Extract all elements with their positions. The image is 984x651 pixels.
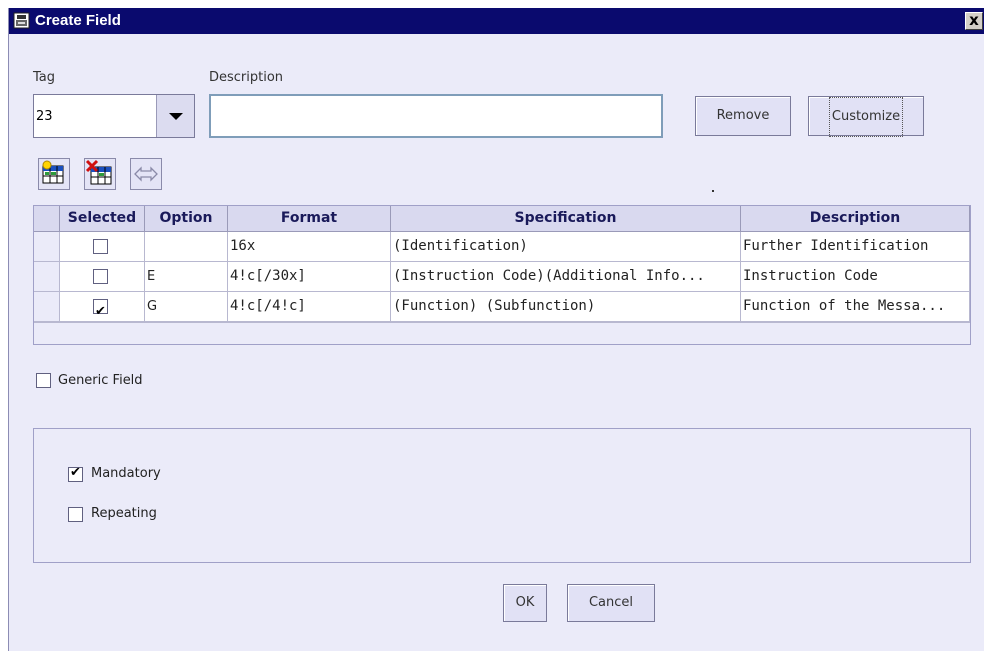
delete-row-icon xyxy=(85,159,112,185)
row-header[interactable] xyxy=(34,292,60,322)
option-cell: E xyxy=(145,262,228,292)
table-row[interactable]: E 4!c[/30x] (Instruction Code)(Additiona… xyxy=(34,262,970,292)
mandatory-label[interactable]: Mandatory xyxy=(91,466,161,481)
specification-cell: (Function) (Subfunction) xyxy=(391,292,741,322)
customize-button-label: Customize xyxy=(828,97,904,137)
column-header-selected[interactable]: Selected xyxy=(60,206,145,232)
delete-row-button[interactable] xyxy=(84,158,116,190)
add-row-icon xyxy=(42,160,64,184)
table-empty-area xyxy=(34,322,970,344)
column-header-description[interactable]: Description xyxy=(741,206,970,232)
close-icon: x xyxy=(969,11,979,29)
format-cell: 16x xyxy=(228,232,391,262)
cancel-button[interactable]: Cancel xyxy=(567,584,655,622)
option-cell: G xyxy=(145,292,228,322)
column-header-option[interactable]: Option xyxy=(145,206,228,232)
ok-button-label: OK xyxy=(515,595,535,610)
window-title: Create Field xyxy=(35,12,121,29)
option-cell xyxy=(145,232,228,262)
table-row[interactable]: G 4!c[/4!c] (Function) (Subfunction) Fun… xyxy=(34,292,970,322)
description-label: Description xyxy=(209,70,284,85)
row-selected-checkbox[interactable] xyxy=(93,269,108,284)
row-selected-checkbox[interactable] xyxy=(93,239,108,254)
generic-field-checkbox[interactable] xyxy=(36,373,51,388)
ok-button[interactable]: OK xyxy=(503,584,547,622)
format-cell: 4!c[/4!c] xyxy=(228,292,391,322)
table-row[interactable]: 16x (Identification) Further Identificat… xyxy=(34,232,970,262)
add-row-button[interactable] xyxy=(38,158,70,190)
selected-cell[interactable] xyxy=(60,292,145,322)
create-field-dialog: Create Field x Tag 23 Description Remove… xyxy=(8,8,984,651)
selected-cell[interactable] xyxy=(60,232,145,262)
row-header[interactable] xyxy=(34,262,60,292)
separator-dot xyxy=(712,190,714,192)
format-cell: 4!c[/30x] xyxy=(228,262,391,292)
title-bar[interactable]: Create Field x xyxy=(9,8,984,34)
remove-button[interactable]: Remove xyxy=(695,96,791,136)
description-input[interactable] xyxy=(209,94,663,138)
tag-dropdown[interactable]: 23 xyxy=(33,94,195,138)
repeating-label[interactable]: Repeating xyxy=(91,506,157,521)
app-icon xyxy=(13,12,30,29)
row-header-corner xyxy=(34,206,60,232)
row-selected-checkbox[interactable] xyxy=(93,297,108,321)
swap-button[interactable] xyxy=(130,158,162,190)
chevron-down-icon[interactable] xyxy=(156,95,194,137)
column-header-specification[interactable]: Specification xyxy=(391,206,741,232)
options-table[interactable]: Selected Option Format Specification Des… xyxy=(33,205,971,345)
description-cell: Instruction Code xyxy=(741,262,970,292)
column-header-format[interactable]: Format xyxy=(228,206,391,232)
mandatory-checkbox[interactable] xyxy=(68,465,83,482)
row-header[interactable] xyxy=(34,232,60,262)
description-cell: Function of the Messa... xyxy=(741,292,970,322)
specification-cell: (Identification) xyxy=(391,232,741,262)
cancel-button-label: Cancel xyxy=(588,595,634,610)
selected-cell[interactable] xyxy=(60,262,145,292)
tag-value: 23 xyxy=(36,109,53,124)
description-cell: Further Identification xyxy=(741,232,970,262)
repeating-checkbox[interactable] xyxy=(68,507,83,522)
field-properties-panel: Mandatory Repeating xyxy=(33,428,971,563)
customize-button[interactable]: Customize xyxy=(808,96,924,137)
swap-icon xyxy=(134,166,158,182)
tag-label: Tag xyxy=(33,70,56,85)
generic-field-label[interactable]: Generic Field xyxy=(58,373,143,388)
specification-cell: (Instruction Code)(Additional Info... xyxy=(391,262,741,292)
close-button[interactable]: x xyxy=(965,12,983,30)
remove-button-label: Remove xyxy=(716,108,770,123)
